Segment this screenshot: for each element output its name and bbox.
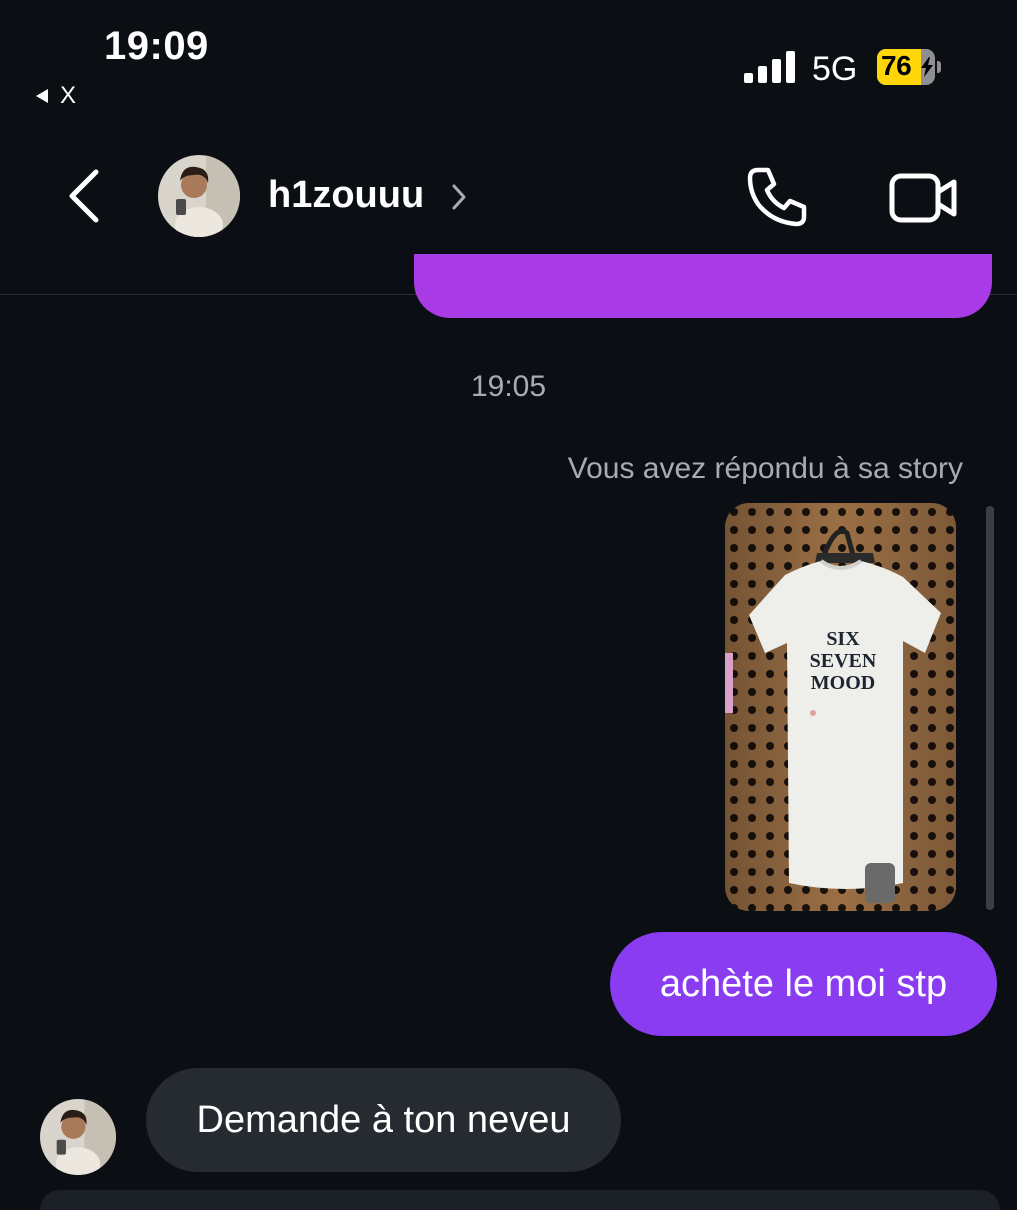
received-message-bubble[interactable]: Demande à ton neveu: [146, 1068, 621, 1172]
back-app-label: X: [60, 82, 77, 109]
network-label: 5G: [812, 50, 858, 88]
charging-bolt-icon: [921, 57, 933, 77]
contact-avatar[interactable]: [158, 155, 240, 237]
contact-avatar-small[interactable]: [40, 1099, 116, 1175]
scrollbar[interactable]: [986, 506, 994, 910]
previous-message-bubble[interactable]: [414, 254, 992, 318]
story-reply-label: Vous avez répondu à sa story: [567, 452, 963, 485]
shirt-print-line-3: MOOD: [811, 672, 875, 694]
signal-icon: [744, 51, 795, 83]
battery-level: 76: [881, 50, 912, 81]
message-timestamp: 19:05: [470, 370, 547, 403]
status-time: 19:09: [104, 24, 209, 68]
video-call-button[interactable]: [888, 170, 960, 226]
composer-edge: [40, 1190, 1000, 1210]
sent-message-bubble[interactable]: achète le moi stp: [610, 932, 997, 1036]
shirt-print-line-1: SIX: [826, 628, 860, 650]
phone-call-button[interactable]: [744, 164, 812, 230]
story-reply-image[interactable]: SIX SEVEN MOOD: [725, 503, 956, 911]
contact-username[interactable]: h1zouuu: [268, 174, 424, 217]
back-to-app-link[interactable]: X: [34, 82, 76, 110]
battery-indicator: 76: [877, 49, 941, 85]
back-button[interactable]: [62, 166, 106, 226]
chevron-right-icon[interactable]: [450, 182, 468, 212]
shirt-print-line-2: SEVEN: [810, 650, 877, 672]
back-triangle-icon: [36, 89, 48, 103]
